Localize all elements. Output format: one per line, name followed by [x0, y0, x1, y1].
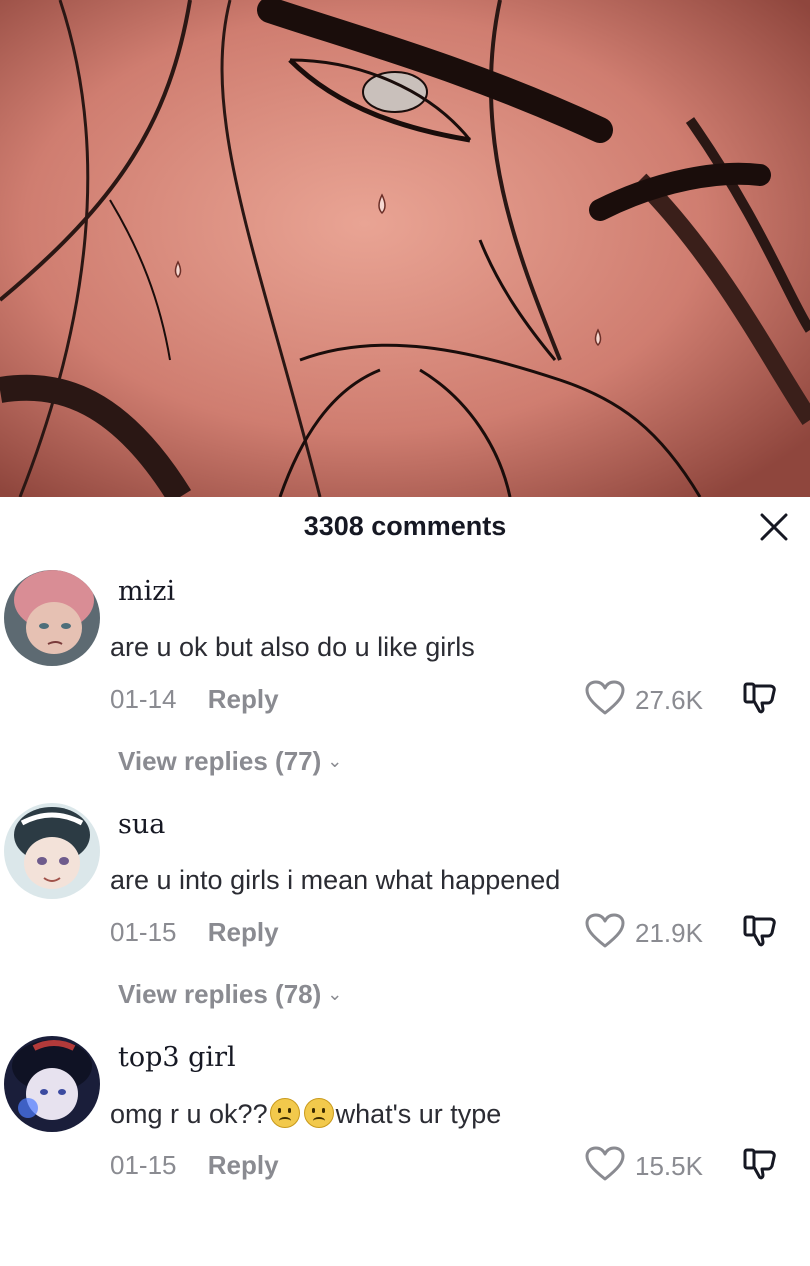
comment-text: omg r u ok?? what's ur type [110, 1098, 501, 1130]
username[interactable]: top3 girl [118, 1042, 236, 1073]
comment-meta: 01-15 Reply [110, 917, 279, 948]
username[interactable]: sua [118, 809, 165, 840]
username[interactable]: mizi [118, 576, 175, 607]
comment-count: 3308 comments [303, 511, 507, 541]
reply-button[interactable]: Reply [208, 684, 279, 715]
reply-button[interactable]: Reply [208, 1150, 279, 1181]
comment-item: sua are u into girls i mean what happene… [0, 803, 810, 1033]
view-replies-label: View replies (77) [118, 746, 322, 776]
close-icon[interactable] [758, 511, 790, 543]
comment-item: top3 girl omg r u ok?? what's ur type 01-… [0, 1036, 810, 1266]
comments-header: 3308 comments [0, 497, 810, 557]
comments-sheet: 3308 comments mizi are u ok but also do … [0, 497, 810, 1200]
like-count: 21.9K [635, 918, 703, 948]
comment-date: 01-14 [110, 684, 177, 714]
artwork-image [0, 0, 810, 497]
comment-text-part: omg r u ok?? [110, 1099, 268, 1129]
comment-item: mizi are u ok but also do u like girls 0… [0, 570, 810, 800]
heart-icon [585, 913, 625, 948]
comment-text: are u ok but also do u like girls [110, 632, 475, 662]
like-count: 15.5K [635, 1151, 703, 1181]
comment-date: 01-15 [110, 917, 177, 947]
frowning-face-emoji [269, 1098, 300, 1128]
view-replies-label: View replies (78) [118, 979, 322, 1009]
comment-text-part: what's ur type [335, 1099, 502, 1129]
comment-meta: 01-15 Reply [110, 1150, 279, 1181]
view-replies-button[interactable]: View replies (77) ⌄ [118, 746, 342, 777]
view-replies-button[interactable]: View replies (78) ⌄ [118, 979, 342, 1010]
chevron-down-icon: ⌄ [327, 984, 343, 1004]
dislike-icon[interactable] [742, 913, 778, 949]
frowning-face-emoji [303, 1098, 334, 1128]
heart-icon [585, 1146, 625, 1181]
comment-date: 01-15 [110, 1150, 177, 1180]
avatar[interactable] [4, 803, 100, 899]
comment-text: are u into girls i mean what happened [110, 865, 561, 895]
avatar[interactable] [4, 1036, 100, 1132]
dislike-icon[interactable] [742, 680, 778, 716]
avatar[interactable] [4, 570, 100, 666]
chevron-down-icon: ⌄ [327, 751, 343, 771]
heart-icon [585, 680, 625, 715]
dislike-icon[interactable] [742, 1146, 778, 1182]
comment-meta: 01-14 Reply [110, 684, 279, 715]
reply-button[interactable]: Reply [208, 917, 279, 948]
like-count: 27.6K [635, 685, 703, 715]
